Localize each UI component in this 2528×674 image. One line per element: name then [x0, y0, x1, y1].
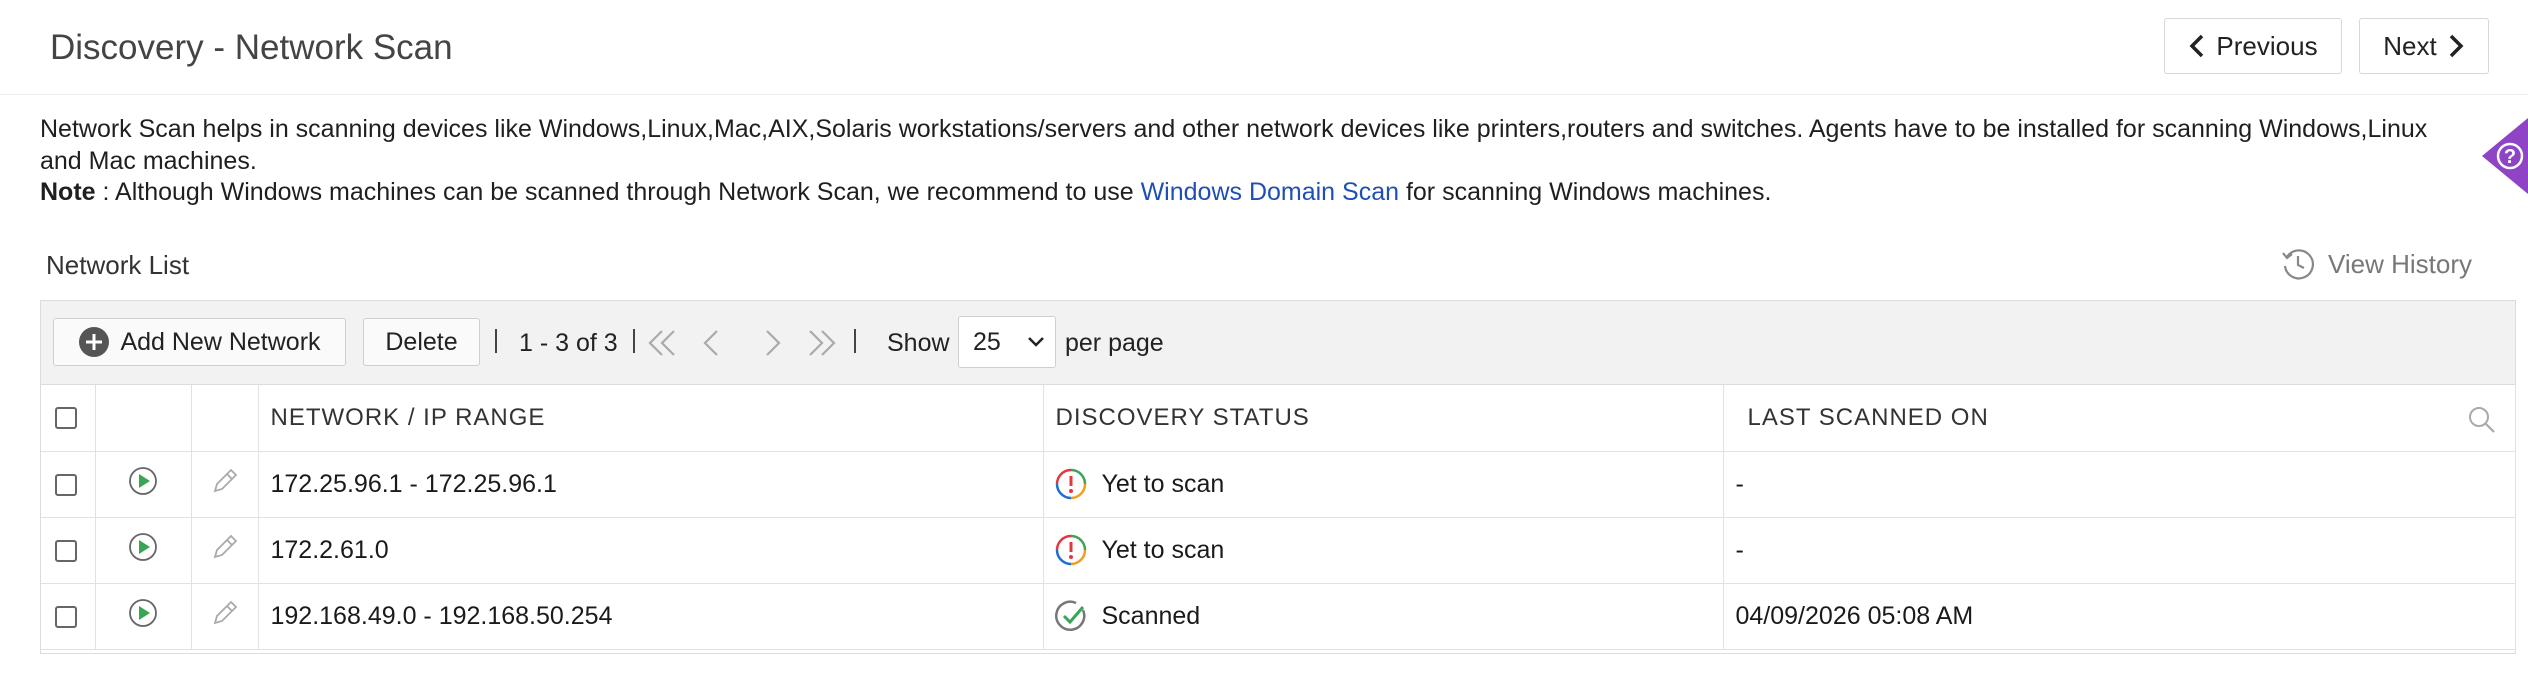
last-scanned-cell: - — [1723, 451, 2516, 518]
table-row: 192.168.49.0 - 192.168.50.254 Scanned 04… — [41, 583, 2516, 650]
chevron-right-icon — [2449, 34, 2464, 58]
row-select-cell — [41, 583, 96, 650]
add-new-network-button[interactable]: Add New Network — [53, 318, 346, 366]
discovery-status-text: Yet to scan — [1101, 535, 1225, 564]
previous-button[interactable]: Previous — [2164, 18, 2342, 74]
last-scanned-cell: - — [1723, 517, 2516, 584]
per-page-value: 25 — [973, 327, 1001, 356]
row-scan-cell — [95, 583, 192, 650]
scanned-icon — [1054, 600, 1085, 632]
delete-label: Delete — [385, 327, 458, 356]
column-header-discovery-status[interactable]: DISCOVERY STATUS — [1043, 385, 1724, 452]
view-history-button[interactable]: View History — [2280, 246, 2472, 282]
row-edit-cell — [191, 517, 259, 584]
row-select-cell — [41, 451, 96, 518]
header-edit-cell — [191, 385, 259, 452]
pencil-edit-icon[interactable] — [209, 597, 241, 629]
discovery-status-cell: Yet to scan — [1043, 451, 1724, 518]
description-text: Network Scan helps in scanning devices l… — [40, 115, 2428, 175]
note-suffix: for scanning Windows machines. — [1399, 178, 1772, 206]
chevron-left-icon — [2189, 34, 2204, 58]
note-prefix: : Although Windows machines can be scann… — [95, 178, 1141, 206]
page-header: Discovery - Network Scan Previous Next — [0, 0, 2528, 95]
toolbar: Add New Network Delete 1 - 3 of 3 Show 2… — [41, 301, 2515, 385]
pencil-edit-icon[interactable] — [209, 531, 241, 563]
network-range-cell: 192.168.49.0 - 192.168.50.254 — [258, 583, 1044, 650]
page-title: Discovery - Network Scan — [50, 28, 453, 67]
delete-button[interactable]: Delete — [363, 318, 480, 366]
row-checkbox[interactable] — [55, 539, 77, 562]
row-scan-cell — [95, 451, 192, 518]
view-history-label: View History — [2328, 248, 2473, 279]
pending-icon — [1055, 468, 1086, 500]
row-select-cell — [41, 517, 96, 584]
first-page-icon[interactable] — [645, 327, 679, 359]
header-action-cell — [95, 385, 192, 452]
network-range-cell: 172.2.61.0 — [258, 517, 1044, 584]
next-button[interactable]: Next — [2359, 18, 2489, 74]
discovery-status-cell: Scanned — [1043, 583, 1724, 650]
pencil-edit-icon[interactable] — [209, 465, 241, 497]
pending-icon — [1055, 534, 1086, 566]
note-label: Note — [40, 178, 96, 206]
discovery-status-text: Yet to scan — [1101, 469, 1225, 498]
network-range-cell: 172.25.96.1 - 172.25.96.1 — [258, 451, 1044, 518]
last-page-icon[interactable] — [805, 327, 839, 359]
pagination-range: 1 - 3 of 3 — [519, 329, 618, 357]
select-all-checkbox[interactable] — [55, 407, 77, 430]
next-page-icon[interactable] — [755, 327, 789, 359]
separator — [495, 329, 497, 353]
last-scanned-cell: 04/09/2026 05:08 AM — [1723, 583, 2516, 650]
description: Network Scan helps in scanning devices l… — [40, 114, 2460, 209]
help-tab[interactable]: ? — [2476, 118, 2528, 194]
table-header-row: NETWORK / IP RANGE DISCOVERY STATUS LAST… — [41, 385, 2516, 452]
network-list-title: Network List — [46, 250, 190, 280]
row-checkbox[interactable] — [55, 605, 77, 628]
separator — [854, 329, 856, 353]
windows-domain-scan-link[interactable]: Windows Domain Scan — [1141, 178, 1399, 206]
per-page-select[interactable]: 25 — [958, 316, 1056, 368]
per-page-label: per page — [1065, 329, 1164, 357]
previous-page-icon[interactable] — [695, 327, 729, 359]
play-scan-icon[interactable] — [127, 597, 159, 629]
discovery-status-text: Scanned — [1101, 601, 1201, 630]
previous-button-label: Previous — [2216, 30, 2318, 61]
column-header-last-scanned[interactable]: LAST SCANNED ON — [1723, 385, 2516, 452]
question-mark-icon: ? — [2482, 118, 2528, 194]
row-checkbox[interactable] — [55, 473, 77, 496]
history-icon — [2282, 249, 2314, 280]
network-list-panel: Add New Network Delete 1 - 3 of 3 Show 2… — [40, 300, 2516, 654]
row-edit-cell — [191, 451, 259, 518]
search-icon[interactable] — [2467, 405, 2497, 435]
play-scan-icon[interactable] — [127, 531, 159, 563]
plus-circle-icon — [79, 327, 110, 357]
svg-text:?: ? — [2504, 146, 2516, 168]
discovery-status-cell: Yet to scan — [1043, 517, 1724, 584]
separator — [633, 329, 635, 353]
play-scan-icon[interactable] — [127, 465, 159, 497]
row-scan-cell — [95, 517, 192, 584]
column-header-last-scanned-label: LAST SCANNED ON — [1747, 403, 1989, 431]
select-all-cell — [41, 385, 96, 452]
description-note: Note : Although Windows machines can be … — [40, 177, 2460, 209]
chevron-down-icon — [1028, 337, 1044, 347]
add-new-network-label: Add New Network — [120, 327, 321, 356]
next-button-label: Next — [2383, 30, 2437, 61]
show-label: Show — [887, 329, 950, 357]
network-table: NETWORK / IP RANGE DISCOVERY STATUS LAST… — [41, 385, 2516, 650]
column-header-network[interactable]: NETWORK / IP RANGE — [258, 385, 1044, 452]
table-row: 172.25.96.1 - 172.25.96.1 Yet to scan - — [41, 451, 2516, 518]
row-edit-cell — [191, 583, 259, 650]
table-row: 172.2.61.0 Yet to scan - — [41, 517, 2516, 584]
